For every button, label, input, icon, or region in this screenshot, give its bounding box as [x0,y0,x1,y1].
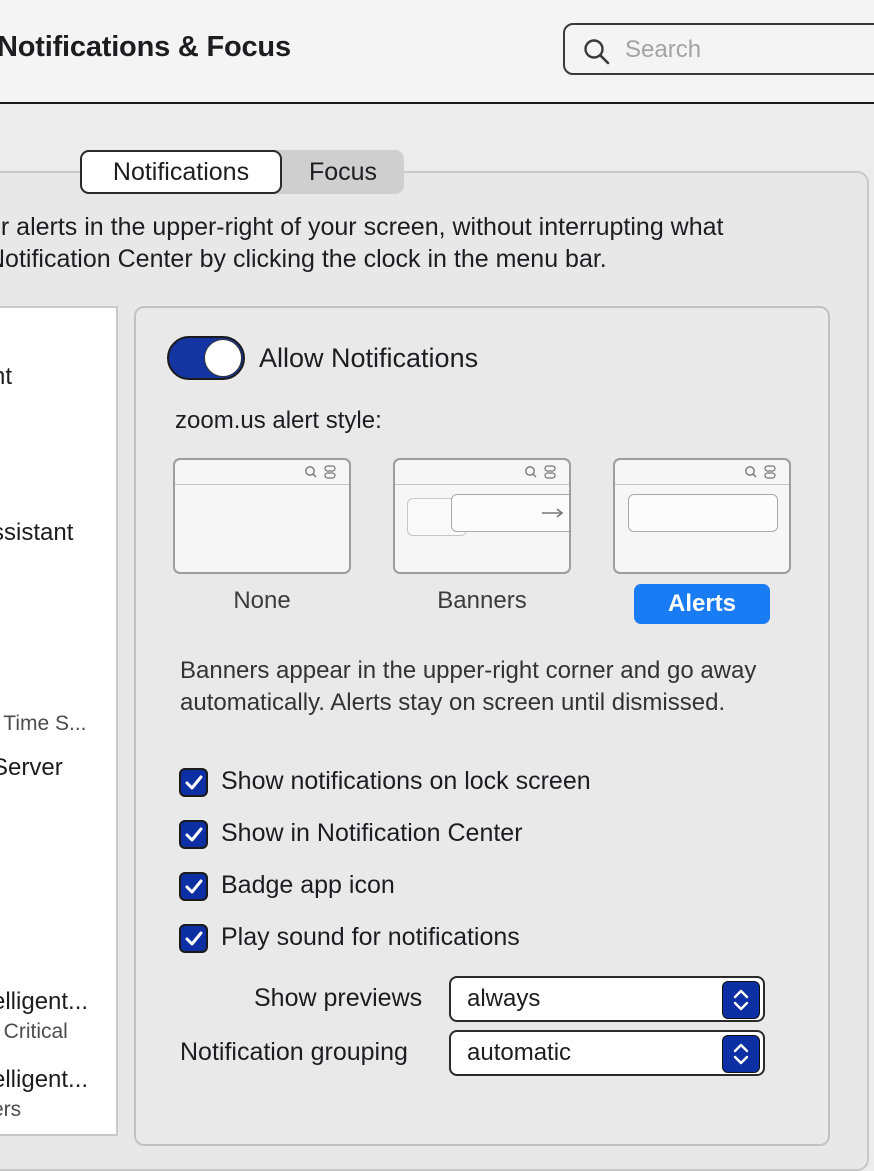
search-field[interactable] [563,23,874,75]
alert-preview [628,494,778,532]
search-icon [584,39,610,65]
toggle-knob [204,339,242,377]
checkbox[interactable] [179,872,208,901]
app-name: elligent... [0,1066,89,1093]
app-subtitle: ers [0,1098,22,1121]
list-item[interactable]: nt [0,363,12,391]
menubar-icons [745,465,776,479]
preview-menubar [615,460,789,485]
title-bar: Notifications & Focus [0,0,874,104]
style-none-label[interactable]: None [173,587,351,615]
checkmark-icon [185,879,203,894]
checkmark-icon [185,775,203,790]
segmented-tabs: Notifications Focus [80,150,404,194]
checkmark-icon [185,827,203,842]
list-item[interactable]: , Time S... [0,712,87,736]
menubar-icons [305,465,336,479]
list-item[interactable]: elligent... , Critical [0,988,88,1044]
checkbox-label: Play sound for notifications [221,923,520,951]
app-name: elligent... [0,988,89,1015]
tab-notifications[interactable]: Notifications [80,150,282,194]
arrow-right-icon [542,508,564,518]
style-preview-alerts[interactable] [613,458,791,574]
tab-focus[interactable]: Focus [282,150,404,194]
list-item[interactable]: elligent... ers [0,1066,88,1122]
description-line-2: Notification Center by clicking the cloc… [0,245,607,273]
popup-value: always [467,985,541,1012]
checkbox[interactable] [179,820,208,849]
banner-preview [451,494,569,532]
menubar-icons [525,465,556,479]
search-input[interactable] [625,33,865,67]
style-banners-label[interactable]: Banners [393,587,571,615]
app-name: Server [0,754,63,781]
list-item[interactable]: Server [0,754,63,782]
style-alerts-label[interactable]: Alerts [634,584,770,624]
checkbox[interactable] [179,768,208,797]
allow-notifications-toggle[interactable] [167,336,245,380]
preview-menubar [395,460,569,485]
notification-grouping-label: Notification grouping [180,1038,408,1066]
alert-style-label: zoom.us alert style: [175,407,382,434]
window-title: Notifications & Focus [0,31,291,63]
checkmark-icon [185,931,203,946]
show-previews-popup[interactable]: always [449,976,765,1022]
list-item[interactable]: ssistant [0,519,73,547]
popup-value: automatic [467,1039,572,1066]
up-down-chevron-icon [722,1035,760,1073]
style-preview-none[interactable] [173,458,351,574]
app-name: nt [0,363,13,390]
app-subtitle: , Critical [0,1020,68,1043]
style-explanation: Banners appear in the upper-right corner… [180,657,757,716]
app-list[interactable]: nt ssistant , Time S... Server elligent.… [0,306,118,1136]
up-down-chevron-icon [722,981,760,1019]
show-previews-label: Show previews [254,984,423,1012]
notification-grouping-popup[interactable]: automatic [449,1030,765,1076]
checkbox-label: Badge app icon [221,871,395,899]
checkbox[interactable] [179,924,208,953]
allow-notifications-label: Allow Notifications [259,343,479,373]
checkbox-label: Show in Notification Center [221,819,523,847]
preview-menubar [175,460,349,485]
checkbox-label: Show notifications on lock screen [221,767,591,795]
style-preview-banners[interactable] [393,458,571,574]
tab-description: ur alerts in the upper-right of your scr… [0,211,874,275]
app-name: ssistant [0,519,74,546]
description-line-1: ur alerts in the upper-right of your scr… [0,213,724,241]
app-subtitle: , Time S... [0,712,87,735]
